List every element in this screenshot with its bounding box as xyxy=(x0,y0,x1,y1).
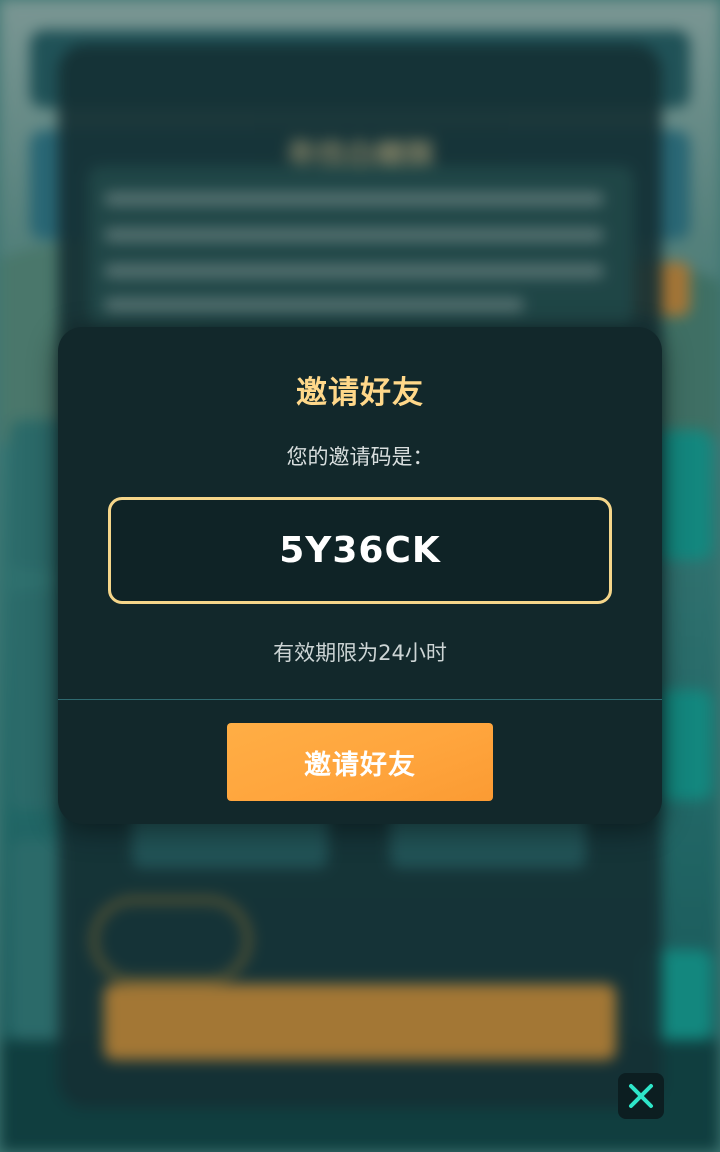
modal-title: 邀请好友 xyxy=(296,375,424,411)
divider xyxy=(58,699,662,700)
invite-friends-button-label: 邀请好友 xyxy=(304,749,416,781)
invite-code: 5Y36CK xyxy=(279,530,441,571)
close-icon xyxy=(629,1084,653,1108)
validity-note: 有效期限为24小时 xyxy=(273,641,447,665)
invite-code-box[interactable]: 5Y36CK xyxy=(108,497,612,604)
invite-code-caption: 您的邀请码是： xyxy=(286,445,434,469)
close-button[interactable] xyxy=(618,1073,664,1119)
invite-modal: 邀请好友 您的邀请码是： 5Y36CK 有效期限为24小时 邀请好友 xyxy=(58,327,662,824)
invite-friends-button[interactable]: 邀请好友 xyxy=(227,723,493,801)
